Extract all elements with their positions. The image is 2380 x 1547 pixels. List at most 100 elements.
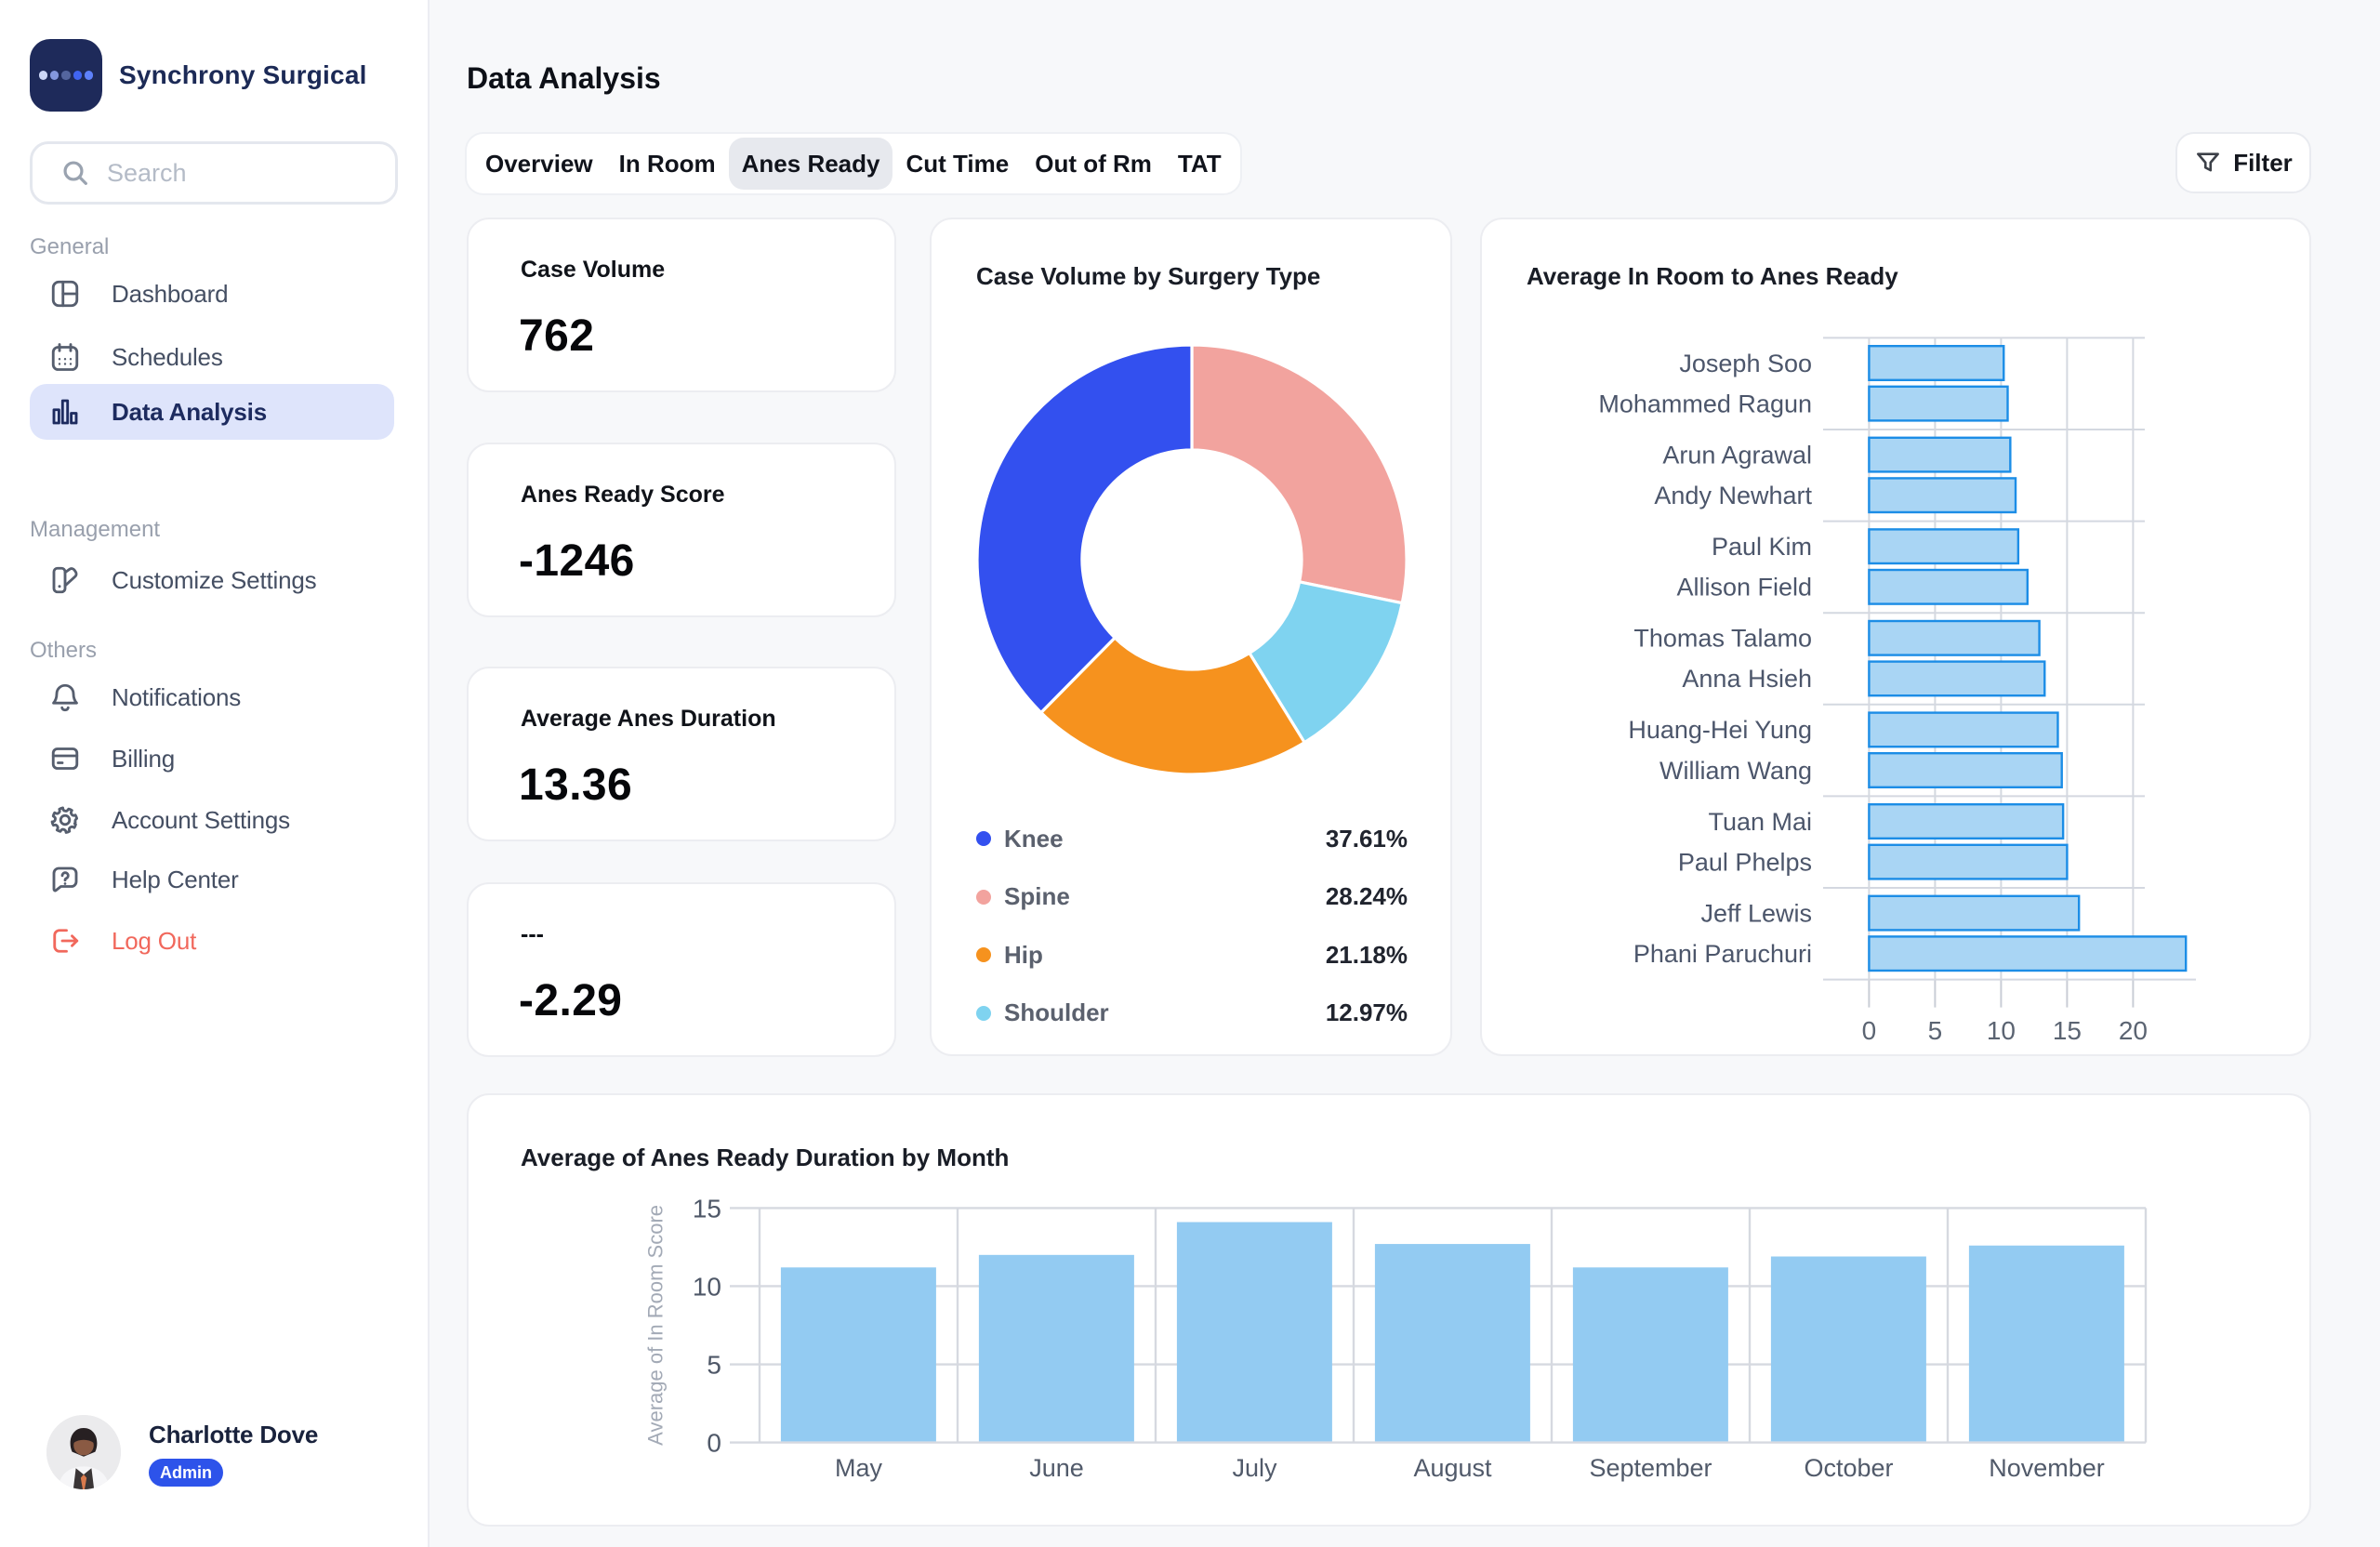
legend-item-spine: Spine 28.24% xyxy=(976,880,1408,914)
tab-out-of-rm[interactable]: Out of Rm xyxy=(1022,138,1165,190)
svg-text:July: July xyxy=(1232,1454,1277,1482)
filter-button[interactable]: Filter xyxy=(2175,132,2311,193)
tab-in-room[interactable]: In Room xyxy=(606,138,729,190)
svg-text:10: 10 xyxy=(1987,1016,2016,1045)
sidebar-item-schedules[interactable]: Schedules xyxy=(30,329,394,385)
in-room-to-anes-ready-card: Average In Room to Anes Ready 0 5 10 15 20 Jo… xyxy=(1480,218,2311,1056)
svg-text:Average of In Room Score: Average of In Room Score xyxy=(644,1205,668,1446)
legend-label: Shoulder xyxy=(1004,998,1109,1027)
svg-text:Huang-Hei Yung: Huang-Hei Yung xyxy=(1628,716,1812,744)
log-out-icon xyxy=(48,924,82,958)
svg-text:Tuan Mai: Tuan Mai xyxy=(1708,808,1812,836)
legend-value: 28.24% xyxy=(1325,882,1408,911)
nav-section-label: Management xyxy=(30,517,161,542)
sidebar-item-label: Billing xyxy=(112,744,175,773)
sidebar-item-label: Dashboard xyxy=(112,279,229,308)
svg-text:June: June xyxy=(1029,1454,1084,1482)
donut-chart xyxy=(975,343,1408,776)
legend-label: Hip xyxy=(1004,940,1043,969)
svg-text:5: 5 xyxy=(1928,1016,1943,1045)
svg-text:0: 0 xyxy=(1862,1016,1877,1045)
sidebar-item-billing[interactable]: Billing xyxy=(30,731,394,787)
sidebar-item-account-settings[interactable]: Account Settings xyxy=(30,792,394,848)
sidebar-item-data-analysis[interactable]: Data Analysis xyxy=(30,384,394,440)
svg-text:May: May xyxy=(835,1454,883,1482)
surgery-type-card: Case Volume by Surgery Type Knee 37.61% Sp… xyxy=(930,218,1452,1056)
stat-card-average-anes-duration: Average Anes Duration 13.36 xyxy=(467,667,896,841)
sidebar-item-customize-settings[interactable]: Customize Settings xyxy=(30,552,394,608)
tab-overview[interactable]: Overview xyxy=(472,138,606,190)
svg-text:November: November xyxy=(1989,1454,2105,1482)
billing-icon xyxy=(48,742,82,775)
stat-label: Anes Ready Score xyxy=(521,482,725,508)
stat-value: 762 xyxy=(519,311,595,361)
svg-text:Jeff Lewis: Jeff Lewis xyxy=(1700,899,1812,927)
svg-text:October: October xyxy=(1804,1454,1893,1482)
user-profile[interactable]: Charlotte Dove Admin xyxy=(46,1415,318,1489)
svg-text:Thomas Talamo: Thomas Talamo xyxy=(1633,625,1812,653)
legend-item-shoulder: Shoulder 12.97% xyxy=(976,997,1408,1030)
help-center-icon xyxy=(48,863,82,896)
stat-card-case-volume: Case Volume 762 xyxy=(467,218,896,392)
svg-text:0: 0 xyxy=(707,1429,721,1458)
sidebar-item-label: Notifications xyxy=(112,682,242,711)
legend-label: Knee xyxy=(1004,824,1064,853)
dashboard-icon xyxy=(48,277,82,311)
sidebar: Synchrony Surgical GeneralDashboard Sched… xyxy=(0,0,430,1547)
sidebar-item-label: Log Out xyxy=(112,926,197,955)
legend-label: Spine xyxy=(1004,882,1070,911)
legend-value: 37.61% xyxy=(1325,824,1408,853)
svg-text:August: August xyxy=(1413,1454,1492,1482)
tab-anes-ready[interactable]: Anes Ready xyxy=(728,138,893,190)
svg-text:Paul Phelps: Paul Phelps xyxy=(1678,848,1812,876)
anes-ready-by-month-card: Average of Anes Ready Duration by Month … xyxy=(467,1093,2311,1527)
sidebar-item-help-center[interactable]: Help Center xyxy=(30,852,394,907)
svg-text:15: 15 xyxy=(693,1194,721,1223)
sidebar-item-label: Schedules xyxy=(112,342,223,371)
tab-tat[interactable]: TAT xyxy=(1165,138,1235,190)
tab-cut-time[interactable]: Cut Time xyxy=(892,138,1022,190)
account-settings-icon xyxy=(48,803,82,837)
notifications-icon xyxy=(48,681,82,714)
page-title: Data Analysis xyxy=(467,61,661,95)
nav-section-label: General xyxy=(30,234,110,259)
svg-text:Andy Newhart: Andy Newhart xyxy=(1654,482,1812,509)
sidebar-item-label: Help Center xyxy=(112,865,239,893)
brand: Synchrony Surgical xyxy=(30,39,367,112)
month-bar-chart: 0 5 10 15 May June July August September October N… xyxy=(644,1194,2148,1482)
tab-bar: Overview In Room Anes Ready Cut Time Out of … xyxy=(465,132,1242,195)
search-box[interactable] xyxy=(30,141,398,205)
svg-text:10: 10 xyxy=(693,1272,721,1301)
legend-dot xyxy=(976,831,991,846)
stat-value: 13.36 xyxy=(519,760,633,810)
svg-text:20: 20 xyxy=(2119,1016,2148,1045)
filter-icon xyxy=(2197,152,2220,172)
brand-name: Synchrony Surgical xyxy=(119,60,367,89)
stat-value: -1246 xyxy=(519,536,635,586)
svg-text:Phani Paruchuri: Phani Paruchuri xyxy=(1633,940,1812,968)
svg-text:Anna Hsieh: Anna Hsieh xyxy=(1682,665,1812,693)
sidebar-item-label: Account Settings xyxy=(112,805,290,834)
sidebar-item-notifications[interactable]: Notifications xyxy=(30,669,394,725)
sidebar-item-log-out[interactable]: Log Out xyxy=(30,913,394,969)
stat-label: Case Volume xyxy=(521,257,666,283)
legend-item-knee: Knee 37.61% xyxy=(976,822,1408,855)
schedules-icon xyxy=(48,340,82,374)
search-icon xyxy=(63,161,87,185)
stat-card-anes-ready-score: Anes Ready Score -1246 xyxy=(467,443,896,617)
sidebar-item-label: Data Analysis xyxy=(112,397,267,426)
stat-card--: --- -2.29 xyxy=(467,882,896,1057)
search-input[interactable] xyxy=(107,158,349,188)
legend-value: 12.97% xyxy=(1325,998,1408,1027)
svg-text:September: September xyxy=(1589,1454,1712,1482)
svg-text:Arun Agrawal: Arun Agrawal xyxy=(1662,441,1812,469)
stat-label: --- xyxy=(521,921,544,947)
legend-dot xyxy=(976,947,991,962)
nav-section-label: Others xyxy=(30,638,98,663)
sidebar-item-dashboard[interactable]: Dashboard xyxy=(30,266,394,322)
user-role-badge: Admin xyxy=(149,1459,223,1487)
svg-text:Mohammed Ragun: Mohammed Ragun xyxy=(1598,390,1812,417)
user-name: Charlotte Dove xyxy=(149,1421,319,1448)
customize-settings-icon xyxy=(48,563,82,597)
data-analysis-icon xyxy=(48,395,82,429)
